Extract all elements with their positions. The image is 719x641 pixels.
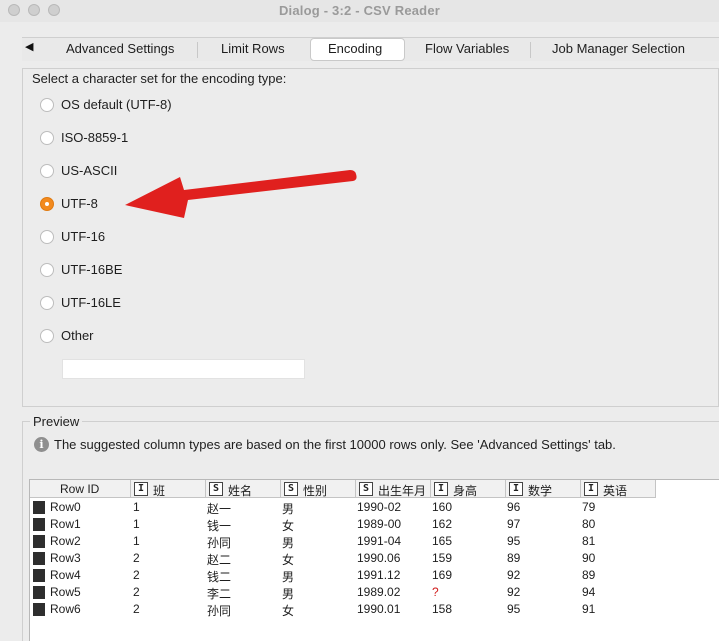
table-cell[interactable]: 89 bbox=[507, 551, 520, 565]
table-cell[interactable]: 赵二 bbox=[207, 551, 231, 568]
table-cell[interactable]: 1991-04 bbox=[357, 534, 401, 548]
preview-info-text: The suggested column types are based on … bbox=[54, 437, 616, 452]
info-icon: i bbox=[34, 437, 49, 452]
table-cell[interactable]: 1 bbox=[133, 517, 140, 531]
table-cell[interactable]: 97 bbox=[507, 517, 520, 531]
integer-type-icon: I bbox=[584, 482, 598, 496]
table-cell[interactable]: 158 bbox=[432, 602, 452, 616]
table-cell[interactable]: 2 bbox=[133, 585, 140, 599]
table-cell[interactable]: 钱一 bbox=[207, 517, 231, 534]
row-marker-icon bbox=[33, 535, 45, 548]
table-cell[interactable]: 89 bbox=[582, 568, 595, 582]
table-cell[interactable]: 男 bbox=[282, 585, 294, 602]
table-cell[interactable]: 女 bbox=[282, 517, 294, 534]
table-cell[interactable]: ? bbox=[432, 585, 439, 599]
column-header-label: 姓名 bbox=[228, 484, 253, 498]
table-cell[interactable]: 2 bbox=[133, 568, 140, 582]
table-cell[interactable]: 2 bbox=[133, 602, 140, 616]
table-cell[interactable]: 79 bbox=[582, 500, 595, 514]
column-header-label: 性别 bbox=[303, 484, 328, 498]
column-header-label: 英语 bbox=[603, 484, 628, 498]
integer-type-icon: I bbox=[509, 482, 523, 496]
table-cell[interactable]: 男 bbox=[282, 500, 294, 517]
table-cell[interactable]: 女 bbox=[282, 602, 294, 619]
table-cell[interactable]: 2 bbox=[133, 551, 140, 565]
table-cell[interactable]: 81 bbox=[582, 534, 595, 548]
row-marker-icon bbox=[33, 552, 45, 565]
row-id-cell[interactable]: Row2 bbox=[50, 534, 81, 548]
column-header[interactable]: S 姓名 bbox=[206, 480, 281, 498]
row-id-cell[interactable]: Row3 bbox=[50, 551, 81, 565]
table-cell[interactable]: 赵一 bbox=[207, 500, 231, 517]
table-cell[interactable]: 李二 bbox=[207, 585, 231, 602]
string-type-icon: S bbox=[209, 482, 223, 496]
table-cell[interactable]: 160 bbox=[432, 500, 452, 514]
column-header[interactable]: I 班 bbox=[131, 480, 206, 498]
table-cell[interactable]: 92 bbox=[507, 585, 520, 599]
table-cell[interactable]: 159 bbox=[432, 551, 452, 565]
row-marker-icon bbox=[33, 569, 45, 582]
table-cell[interactable]: 95 bbox=[507, 534, 520, 548]
row-id-cell[interactable]: Row4 bbox=[50, 568, 81, 582]
table-cell[interactable]: 1990-02 bbox=[357, 500, 401, 514]
table-cell[interactable]: 男 bbox=[282, 568, 294, 585]
table-cell[interactable]: 女 bbox=[282, 551, 294, 568]
table-cell[interactable]: 1991.12 bbox=[357, 568, 400, 582]
table-cell[interactable]: 1989.02 bbox=[357, 585, 400, 599]
table-cell[interactable]: 165 bbox=[432, 534, 452, 548]
table-cell[interactable]: 男 bbox=[282, 534, 294, 551]
column-header[interactable]: I 身高 bbox=[431, 480, 506, 498]
table-cell[interactable]: 孙同 bbox=[207, 602, 231, 619]
table-cell[interactable]: 孙同 bbox=[207, 534, 231, 551]
table-cell[interactable]: 1 bbox=[133, 534, 140, 548]
row-id-cell[interactable]: Row0 bbox=[50, 500, 81, 514]
table-cell[interactable]: 钱二 bbox=[207, 568, 231, 585]
table-cell[interactable]: 162 bbox=[432, 517, 452, 531]
row-marker-icon bbox=[33, 518, 45, 531]
row-id-cell[interactable]: Row1 bbox=[50, 517, 81, 531]
row-id-cell[interactable]: Row6 bbox=[50, 602, 81, 616]
column-header-label: 班 bbox=[153, 484, 166, 498]
integer-type-icon: I bbox=[434, 482, 448, 496]
column-header-label: 身高 bbox=[453, 484, 478, 498]
preview-title: Preview bbox=[30, 414, 83, 429]
table-cell[interactable]: 91 bbox=[582, 602, 595, 616]
column-header[interactable]: I 英语 bbox=[581, 480, 656, 498]
column-header[interactable]: I 数学 bbox=[506, 480, 581, 498]
column-header[interactable]: S 出生年月 bbox=[356, 480, 431, 498]
table-cell[interactable]: 1990.06 bbox=[357, 551, 400, 565]
table-cell[interactable]: 90 bbox=[582, 551, 595, 565]
row-marker-icon bbox=[33, 603, 45, 616]
column-header-label: 出生年月 bbox=[378, 484, 427, 498]
table-cell[interactable]: 92 bbox=[507, 568, 520, 582]
string-type-icon: S bbox=[284, 482, 298, 496]
row-marker-icon bbox=[33, 586, 45, 599]
table-cell[interactable]: 1990.01 bbox=[357, 602, 400, 616]
table-cell[interactable]: 95 bbox=[507, 602, 520, 616]
table-cell[interactable]: 169 bbox=[432, 568, 452, 582]
table-cell[interactable]: 1 bbox=[133, 500, 140, 514]
integer-type-icon: I bbox=[134, 482, 148, 496]
column-header-label: 数学 bbox=[528, 484, 553, 498]
table-cell[interactable]: 1989-00 bbox=[357, 517, 401, 531]
column-header-row-id[interactable]: Row ID bbox=[30, 480, 131, 498]
table-cell[interactable]: 80 bbox=[582, 517, 595, 531]
table-cell[interactable]: 94 bbox=[582, 585, 595, 599]
row-marker-icon bbox=[33, 501, 45, 514]
table-cell[interactable]: 96 bbox=[507, 500, 520, 514]
column-header-label: Row ID bbox=[60, 482, 100, 496]
column-header[interactable]: S 性别 bbox=[281, 480, 356, 498]
row-id-cell[interactable]: Row5 bbox=[50, 585, 81, 599]
string-type-icon: S bbox=[359, 482, 373, 496]
